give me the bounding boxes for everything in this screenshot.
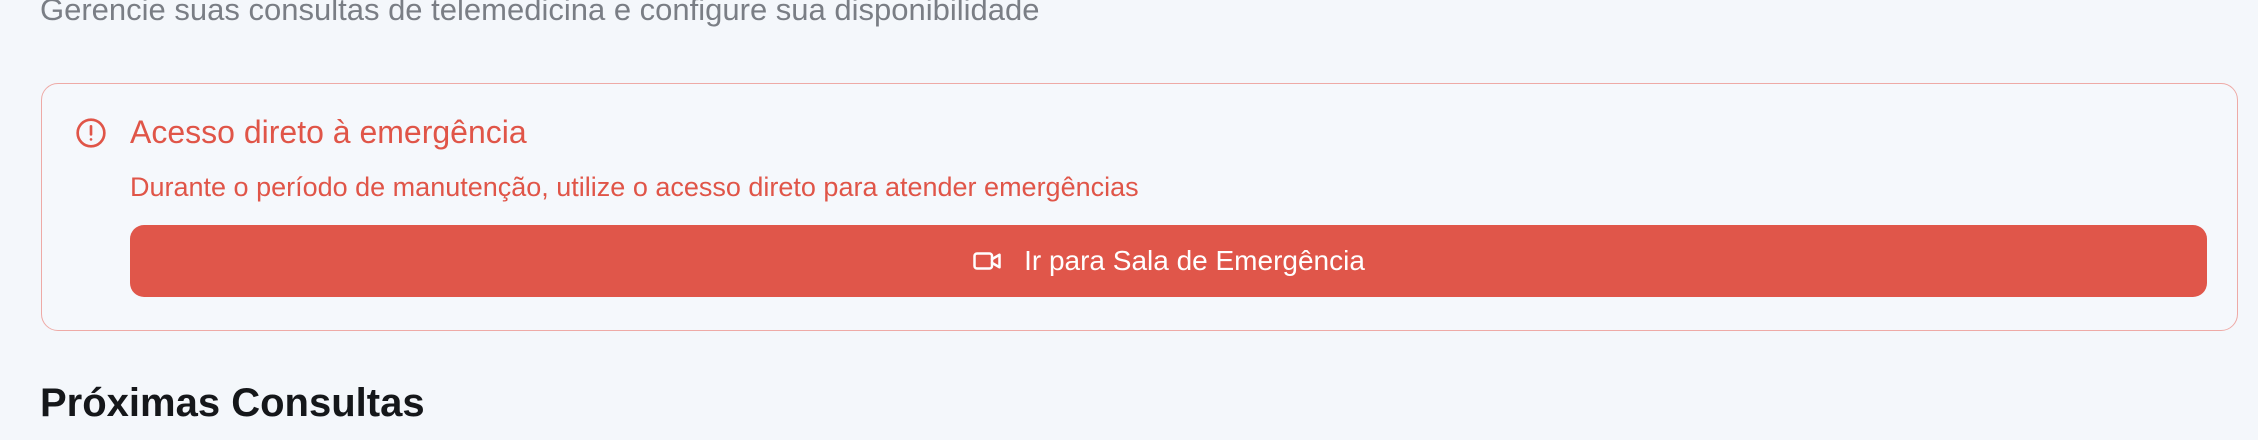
alert-title: Acesso direto à emergência bbox=[130, 114, 527, 150]
alert-description: Durante o período de manutenção, utilize… bbox=[130, 172, 1139, 202]
page-subtitle: Gerencie suas consultas de telemedicina … bbox=[40, 0, 1040, 27]
video-icon bbox=[972, 246, 1002, 276]
upcoming-consultations-heading: Próximas Consultas bbox=[40, 381, 425, 425]
emergency-alert: Acesso direto à emergência Durante o per… bbox=[41, 83, 2238, 331]
alert-circle-icon bbox=[75, 117, 107, 149]
emergency-room-button-label: Ir para Sala de Emergência bbox=[1024, 245, 1365, 276]
emergency-room-button[interactable]: Ir para Sala de Emergência bbox=[130, 225, 2207, 297]
